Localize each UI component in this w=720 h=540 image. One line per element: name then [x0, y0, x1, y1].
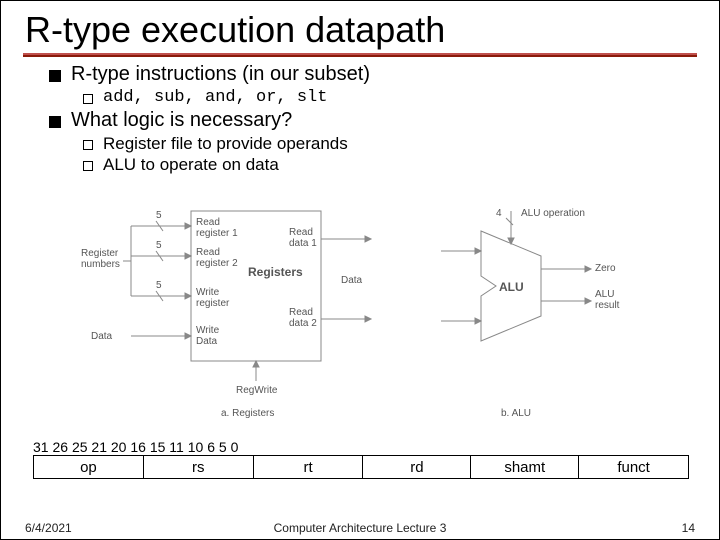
port-readreg1b: register 1: [196, 228, 238, 239]
bullet-icon: [49, 70, 61, 82]
port-readdata2b: data 2: [289, 318, 317, 329]
field-funct: funct: [579, 456, 688, 478]
field-op: op: [34, 456, 144, 478]
bitnum: 31: [33, 439, 49, 455]
bitnum: 6: [207, 439, 215, 455]
bitnum: 5: [219, 439, 227, 455]
port-writeregb: register: [196, 298, 230, 309]
instruction-format: 31 26 25 21 20 16 15 11 10 6 5 0 op rs r…: [33, 439, 689, 479]
port-readdata1: Read: [289, 227, 313, 238]
bitnum: 15: [150, 439, 166, 455]
footer-title: Computer Architecture Lecture 3: [1, 521, 719, 535]
label-registers: Registers: [248, 265, 303, 279]
label-data: Data: [91, 331, 113, 342]
bus-width-5: 5: [156, 240, 162, 251]
bitnum: 11: [169, 439, 184, 455]
label-aluresultb: result: [595, 300, 620, 311]
port-writedatab: Data: [196, 336, 218, 347]
label-alu: ALU: [499, 280, 524, 294]
bitnum: 0: [231, 439, 239, 455]
slide-footer: 6/4/2021 Computer Architecture Lecture 3…: [1, 521, 719, 535]
port-writereg: Write: [196, 287, 220, 298]
port-readreg2b: register 2: [196, 258, 238, 269]
field-rs: rs: [144, 456, 254, 478]
caption-alu: b. ALU: [501, 408, 531, 419]
label-regwrite: RegWrite: [236, 385, 278, 396]
bitnum: 20: [111, 439, 127, 455]
bus-width-5: 5: [156, 210, 162, 221]
field-rt: rt: [254, 456, 364, 478]
bullet-l2: ALU to operate on data: [103, 155, 279, 175]
field-shamt: shamt: [471, 456, 579, 478]
bitnum: 21: [91, 439, 107, 455]
datapath-diagram: 5 5 5 Register numbers Data Read registe…: [81, 201, 641, 431]
subbullet-icon: [83, 94, 93, 104]
alu-op-width: 4: [496, 208, 502, 219]
label-alu-op: ALU operation: [521, 208, 585, 219]
caption-registers: a. Registers: [221, 408, 274, 419]
subbullet-icon: [83, 140, 93, 150]
port-readreg1: Read: [196, 217, 220, 228]
port-readdata1b: data 1: [289, 238, 317, 249]
port-readreg2: Read: [196, 247, 220, 258]
bitnum: 25: [72, 439, 88, 455]
field-rd: rd: [363, 456, 471, 478]
bitnum: 10: [188, 439, 204, 455]
bullet-l1: What logic is necessary?: [71, 109, 292, 132]
bus-width-5: 5: [156, 280, 162, 291]
bullet-list: R-type instructions (in our subset) add,…: [1, 57, 719, 175]
bitnum: 16: [130, 439, 146, 455]
label-data-out: Data: [341, 275, 363, 286]
label-aluresult: ALU: [595, 289, 614, 300]
label-zero: Zero: [595, 263, 616, 274]
bullet-l1: R-type instructions (in our subset): [71, 63, 370, 86]
label-register: Register: [81, 248, 119, 259]
subbullet-icon: [83, 161, 93, 171]
label-numbers: numbers: [81, 259, 120, 270]
bullet-icon: [49, 116, 61, 128]
port-readdata2: Read: [289, 307, 313, 318]
bullet-l2: Register file to provide operands: [103, 134, 348, 154]
bullet-l2: add, sub, and, or, slt: [103, 88, 327, 107]
bitnum: 26: [52, 439, 68, 455]
slide-title: R-type execution datapath: [1, 1, 719, 53]
port-writedata: Write: [196, 325, 220, 336]
